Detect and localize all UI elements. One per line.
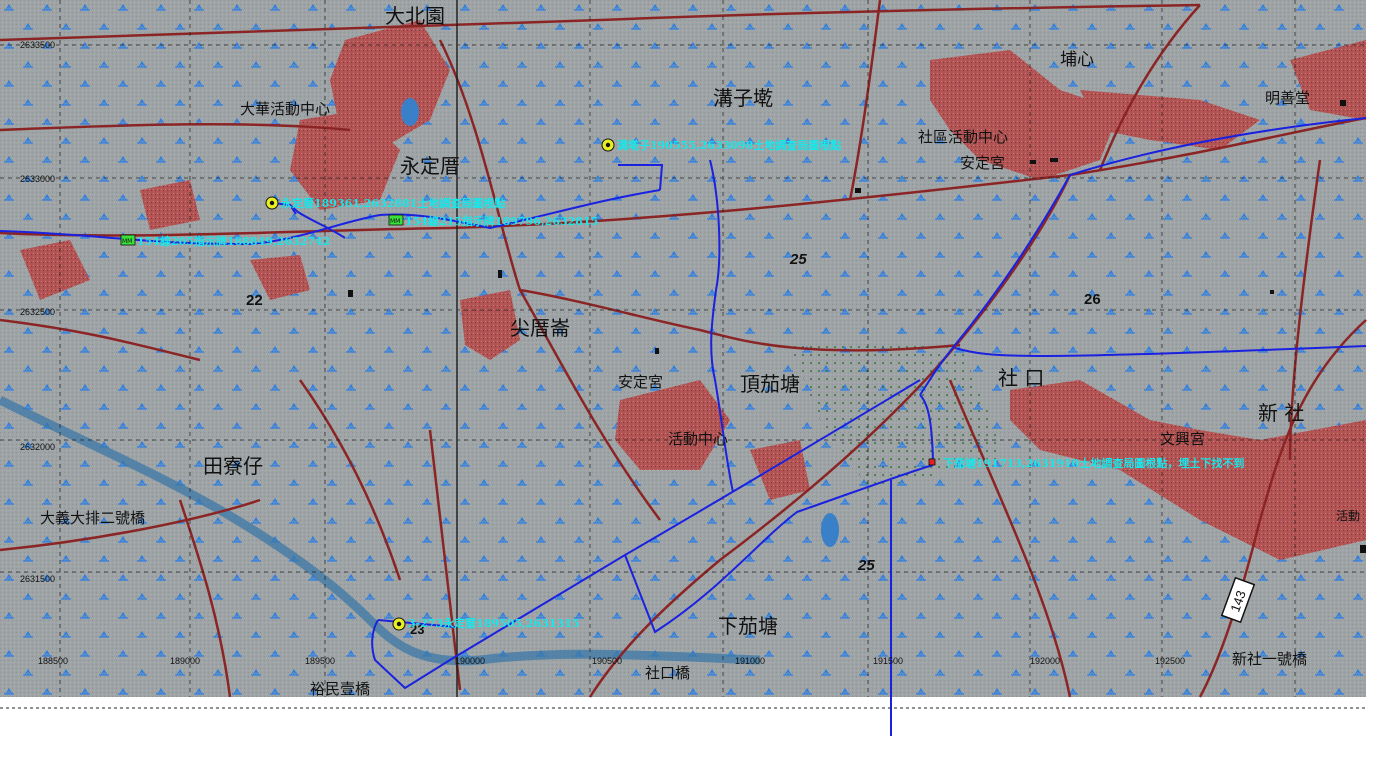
easting-label: 192000: [1030, 656, 1060, 666]
place-name: 裕民壹橋: [310, 680, 370, 698]
easting-label: 190000: [455, 656, 485, 666]
easting-label: 190500: [592, 656, 622, 666]
place-name: 安定宮: [618, 373, 663, 391]
elevation-label: 25: [789, 251, 807, 268]
place-name: 尖厝崙: [510, 316, 570, 340]
survey-point-label: 3-273永定厝189505,2631315: [408, 616, 580, 630]
northing-label: 2632000: [20, 442, 55, 452]
survey-point-label: 下茄塘191713,2631910土地調查局圖根點，埋土下找不到: [943, 456, 1244, 470]
place-name: 明善堂: [1265, 89, 1310, 107]
survey-point-label: 溝墘子190555,2633098土地調查局圖根點: [617, 138, 841, 152]
target-icon: [265, 196, 279, 210]
pond: [401, 98, 419, 126]
northing-label: 2633000: [20, 174, 55, 184]
easting-label: 189000: [170, 656, 200, 666]
topographic-map[interactable]: 大北園 埔心 溝子墘 明善堂 大華活動中心 永定厝 社區活動中心 安定宮 尖厝崙…: [0, 0, 1374, 768]
sign-icon: MM: [388, 214, 404, 226]
place-name: 活動中心: [668, 430, 728, 448]
place-name: 活動: [1336, 509, 1360, 523]
easting-label: 188500: [38, 656, 68, 666]
target-icon: [392, 617, 406, 631]
place-name: 社 口: [998, 366, 1044, 390]
survey-point[interactable]: MM 154線215指示牌189796,2632815: [388, 214, 598, 228]
place-name: 社區活動中心: [918, 128, 1008, 146]
place-name: 文興宮: [1160, 430, 1205, 448]
survey-point-label: 永定厝189361,2632881土地調查局圖根點: [280, 196, 505, 210]
elevation-label: 26: [1084, 291, 1101, 308]
place-name: 社口橋: [645, 664, 690, 682]
northing-label: 2631500: [20, 574, 55, 584]
easting-label: 191000: [735, 656, 765, 666]
place-name: 永定厝: [400, 154, 460, 178]
pond: [821, 513, 839, 547]
easting-label: 192500: [1155, 656, 1185, 666]
svg-text:MM: MM: [390, 218, 400, 225]
survey-point[interactable]: 永定厝189361,2632881土地調查局圖根點: [265, 196, 505, 210]
easting-label: 191500: [873, 656, 903, 666]
place-name: 大義大排二號橋: [40, 509, 145, 527]
northing-label: 2632500: [20, 307, 55, 317]
survey-point[interactable]: MM 154線205指示牌188849,2632742: [120, 234, 330, 248]
place-name: 頂茄塘: [740, 372, 800, 396]
elevation-label: 25: [857, 557, 875, 574]
place-name: 新 社: [1258, 401, 1304, 425]
place-name: 安定宮: [960, 154, 1005, 172]
survey-point-label: 154線205指示牌188849,2632742: [137, 234, 330, 248]
survey-point[interactable]: 溝墘子190555,2633098土地調查局圖根點: [601, 138, 841, 152]
place-name: 埔心: [1060, 50, 1094, 70]
elevation-label: 22: [246, 292, 263, 309]
svg-text:MM: MM: [122, 238, 132, 245]
place-name: 大北園: [385, 4, 445, 28]
place-name: 新社一號橋: [1232, 650, 1307, 668]
marker-icon: [928, 458, 936, 466]
place-name: 下茄塘: [718, 614, 778, 638]
easting-label: 189500: [305, 656, 335, 666]
survey-point[interactable]: 下茄塘191713,2631910土地調查局圖根點，埋土下找不到: [928, 456, 1244, 470]
survey-point-label: 154線215指示牌189796,2632815: [405, 214, 598, 228]
place-name: 大華活動中心: [240, 100, 330, 118]
survey-point[interactable]: 3-273永定厝189505,2631315: [392, 616, 580, 631]
sign-icon: MM: [120, 234, 136, 246]
place-name: 溝子墘: [713, 86, 773, 110]
place-name: 田寮仔: [203, 454, 263, 478]
target-icon: [601, 138, 615, 152]
northing-label: 2633500: [20, 40, 55, 50]
